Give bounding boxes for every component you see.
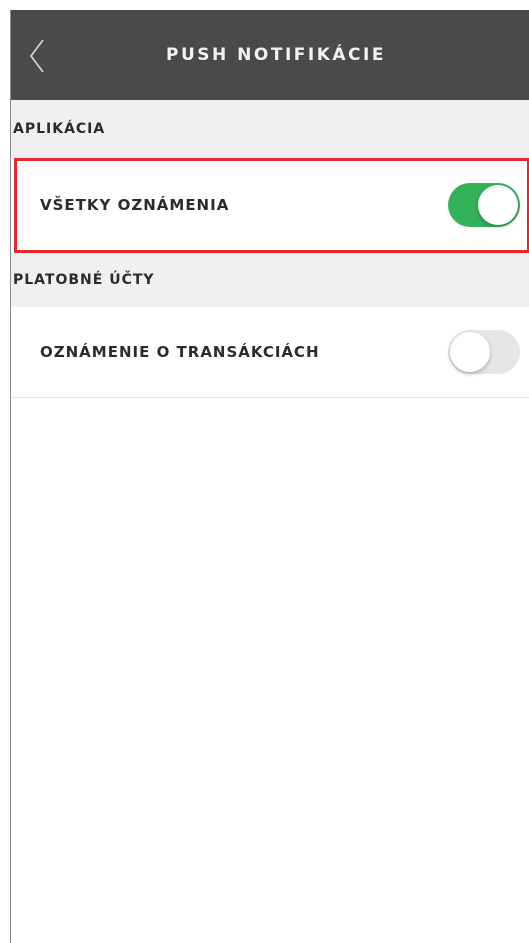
divider [11,397,529,398]
setting-label: OZNÁMENIE O TRANSÁKCIÁCH [40,343,320,361]
setting-label: VŠETKY OZNÁMENIA [40,196,230,214]
top-bar: PUSH NOTIFIKÁCIE [11,10,529,100]
toggle-knob [450,332,490,372]
setting-row-transaction-notifications: OZNÁMENIE O TRANSÁKCIÁCH [11,307,529,397]
toggle-knob [478,185,518,225]
screen: PUSH NOTIFIKÁCIE APLIKÁCIA VŠETKY OZNÁME… [10,10,529,943]
page-title: PUSH NOTIFIKÁCIE [166,45,386,65]
all-notifications-toggle[interactable] [448,183,520,227]
section-title: APLIKÁCIA [13,121,106,137]
transaction-notifications-toggle[interactable] [448,330,520,374]
section-title: PLATOBNÉ ÚČTY [13,272,155,288]
section-header-aplikacia: APLIKÁCIA [11,100,529,158]
setting-row-all-notifications: VŠETKY OZNÁMENIA [11,158,529,253]
section-header-platobne-ucty: PLATOBNÉ ÚČTY [11,253,529,307]
